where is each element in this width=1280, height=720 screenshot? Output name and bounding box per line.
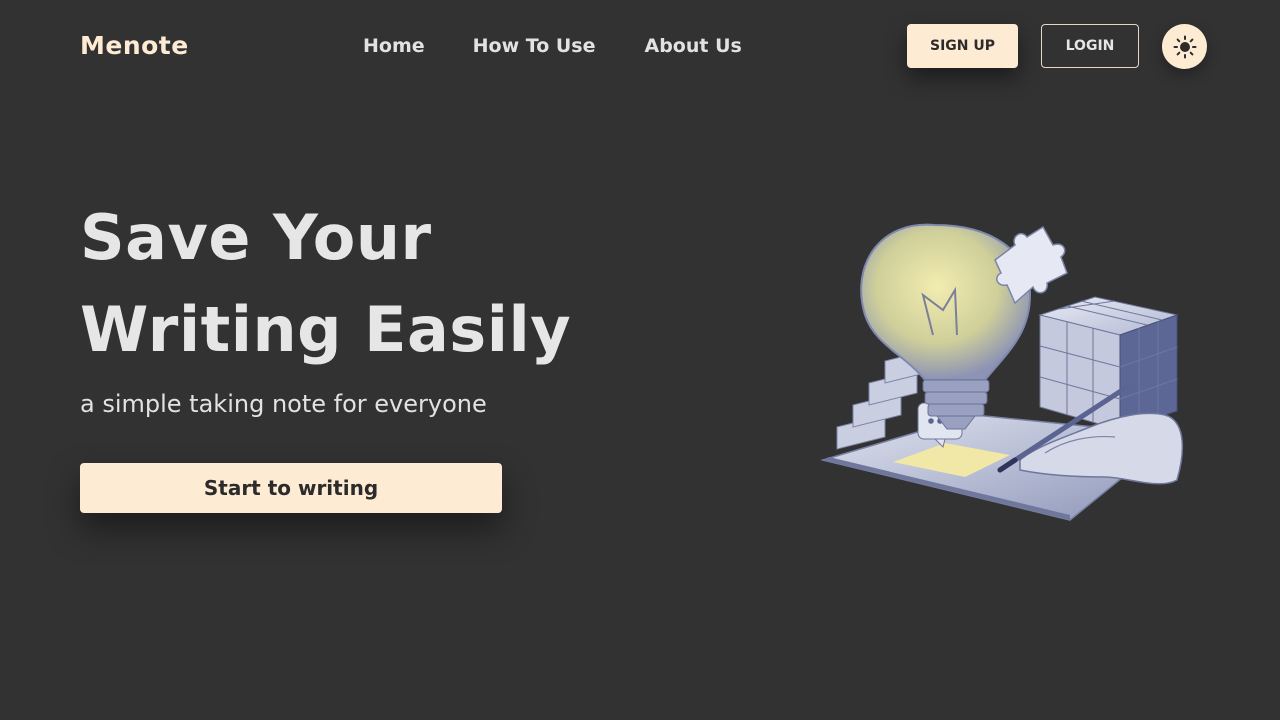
- main-nav: Home How To Use About Us: [363, 33, 742, 59]
- theme-toggle-button[interactable]: [1162, 24, 1207, 69]
- signup-button[interactable]: SIGN UP: [907, 24, 1018, 68]
- logo[interactable]: Menote: [80, 31, 189, 60]
- hero-title: Save Your Writing Easily: [80, 192, 640, 376]
- nav-link-about-us[interactable]: About Us: [645, 33, 742, 59]
- sun-icon: [1173, 35, 1196, 58]
- hero-subtitle: a simple taking note for everyone: [80, 390, 487, 418]
- nav-link-home[interactable]: Home: [363, 33, 425, 59]
- login-button[interactable]: LOGIN: [1041, 24, 1139, 68]
- hero-title-line-2: Writing Easily: [80, 293, 572, 366]
- nav-link-how-to-use[interactable]: How To Use: [473, 33, 596, 59]
- start-writing-button[interactable]: Start to writing: [80, 463, 502, 513]
- landing-page: Menote Home How To Use About Us SIGN UP …: [0, 0, 1280, 720]
- hero-title-line-1: Save Your: [80, 201, 432, 274]
- lightbulb-idea-illustration: [820, 223, 1184, 521]
